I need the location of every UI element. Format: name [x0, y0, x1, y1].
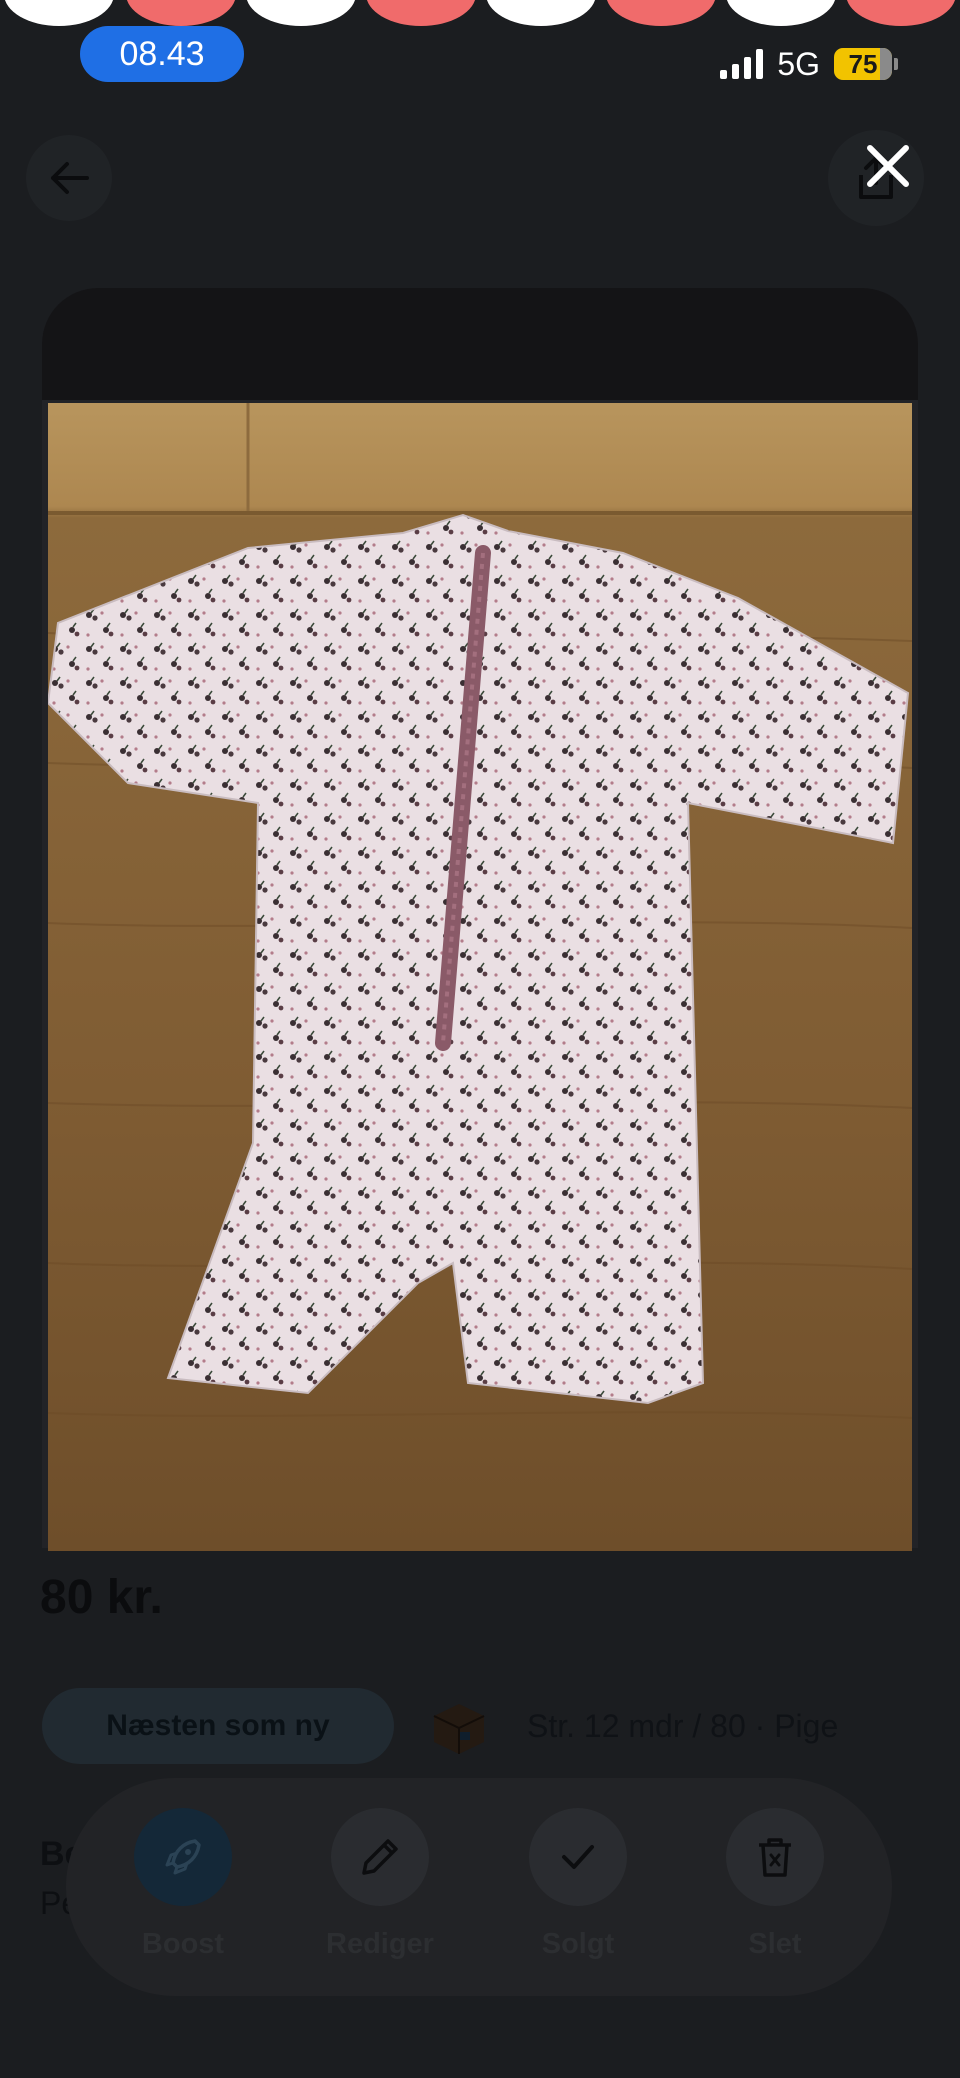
rocket-icon: [165, 1839, 201, 1875]
swimsuit-image: [48, 403, 912, 1551]
dot: [246, 0, 356, 26]
image-card-header: [42, 288, 918, 400]
edit-label: Rediger: [326, 1928, 434, 1960]
pencil-icon: [362, 1839, 398, 1875]
edit-button[interactable]: Rediger: [320, 1808, 440, 1961]
sold-label: Solgt: [541, 1928, 615, 1960]
checkmark-icon: [562, 1845, 594, 1869]
battery-icon: 75: [834, 48, 898, 80]
size-label: Str. 12 mdr / 80 · Pige: [527, 1708, 839, 1744]
boost-button[interactable]: Boost: [123, 1808, 243, 1961]
package-icon: [433, 1704, 485, 1754]
delete-button[interactable]: Slet: [715, 1808, 835, 1961]
sold-button[interactable]: Solgt: [518, 1808, 638, 1961]
network-type: 5G: [777, 45, 820, 82]
dot: [126, 0, 236, 26]
close-icon[interactable]: [858, 136, 918, 196]
dot: [726, 0, 836, 26]
dot: [366, 0, 476, 26]
back-button[interactable]: [26, 135, 112, 221]
trash-icon: [759, 1838, 791, 1877]
status-indicators: 5G 75: [720, 44, 898, 84]
condition-chip: Næsten som ny: [42, 1688, 394, 1764]
status-time: 08.43: [80, 26, 244, 82]
dot: [4, 0, 114, 26]
dot: [486, 0, 596, 26]
product-photo[interactable]: [48, 403, 912, 1551]
price: 80 kr.: [40, 1571, 163, 1624]
dot: [846, 0, 956, 26]
boost-label: Boost: [141, 1928, 225, 1960]
delete-label: Slet: [748, 1928, 802, 1960]
battery-level: 75: [848, 48, 878, 79]
action-bar: Boost Rediger Solgt Slet: [66, 1778, 892, 1996]
signal-icon: [720, 49, 764, 79]
arrow-left-icon: [51, 162, 89, 194]
dot: [606, 0, 716, 26]
